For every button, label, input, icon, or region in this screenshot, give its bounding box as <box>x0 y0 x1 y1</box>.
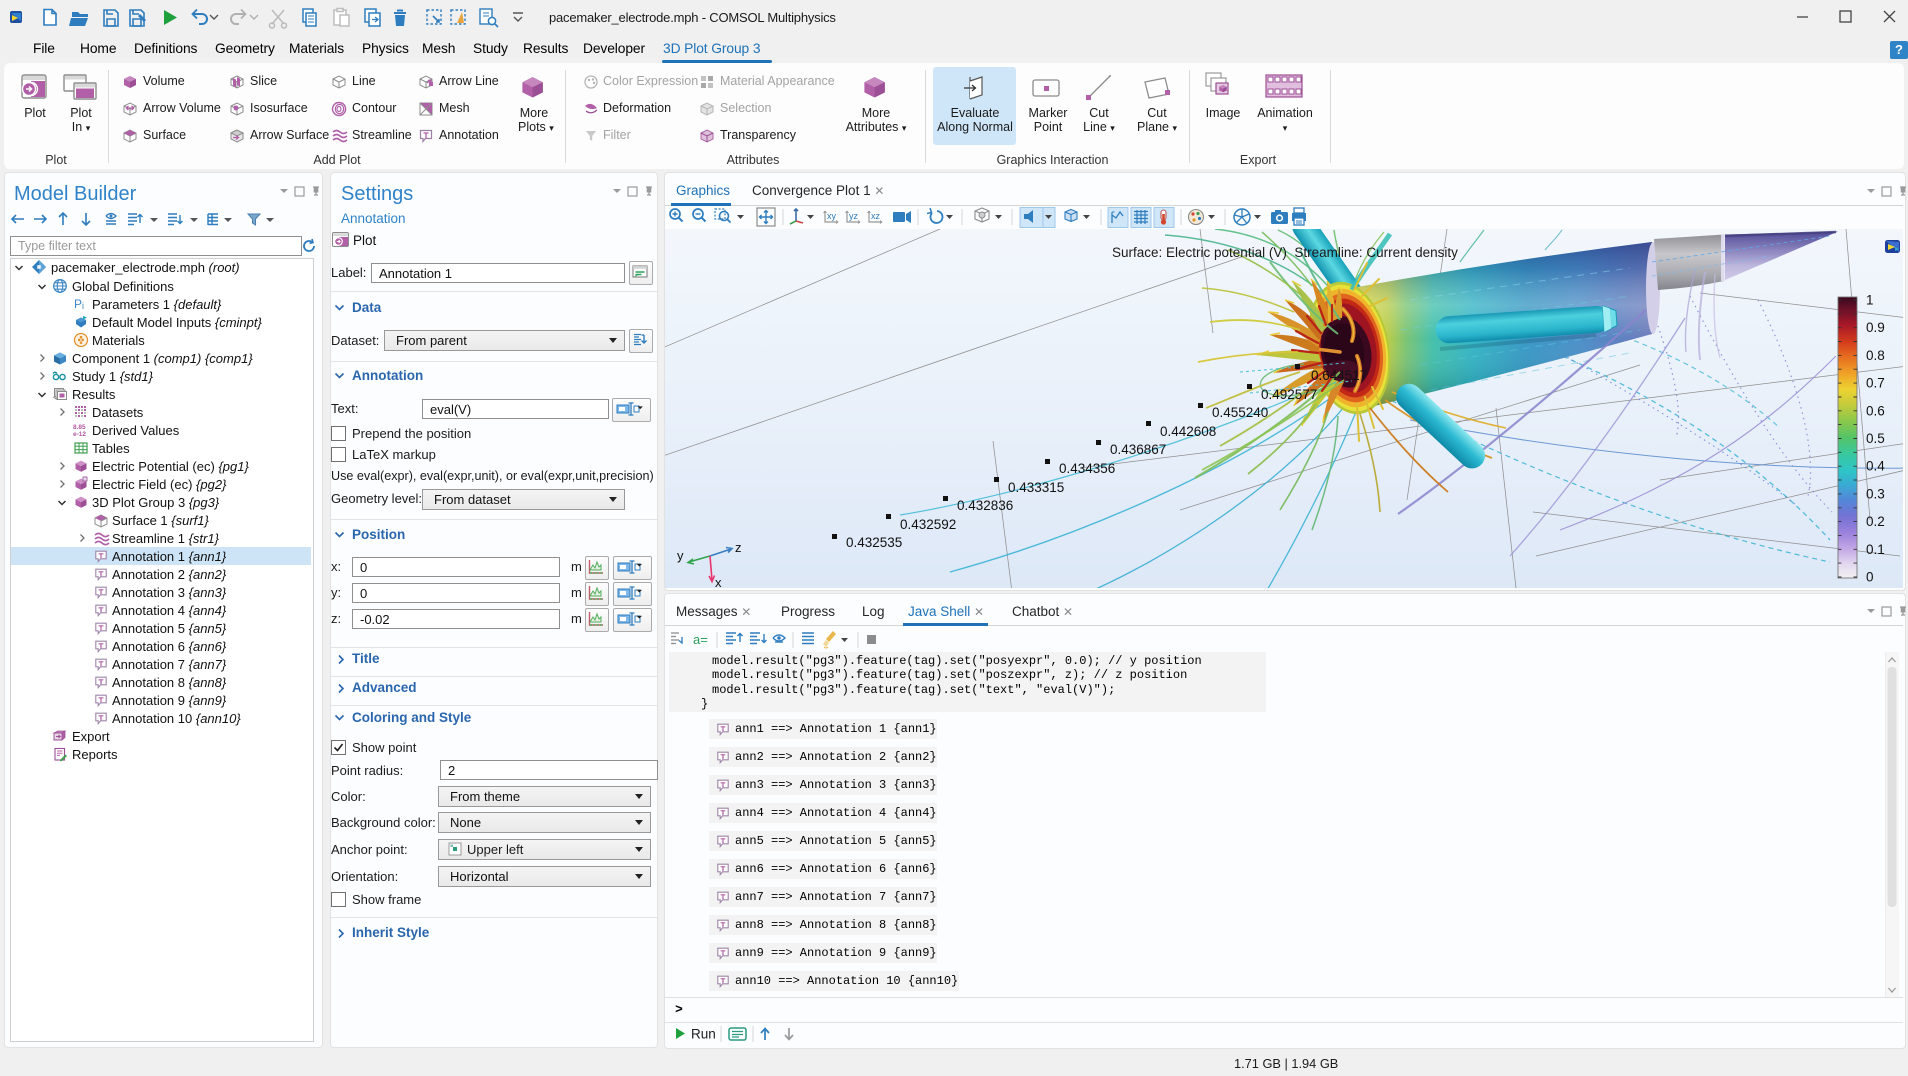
svg-text:i: i <box>82 301 84 311</box>
svg-text:0.8: 0.8 <box>1866 348 1885 363</box>
svg-text:8.85: 8.85 <box>73 424 86 431</box>
svg-text:1: 1 <box>1866 293 1874 308</box>
svg-text:0.2: 0.2 <box>1866 514 1885 529</box>
svg-text:0.9: 0.9 <box>1866 320 1885 335</box>
svg-text:a=: a= <box>693 632 708 647</box>
svg-text:0.3: 0.3 <box>1866 486 1885 501</box>
svg-text:xz: xz <box>871 211 881 221</box>
svg-text:z: z <box>735 540 742 555</box>
svg-text:0.4: 0.4 <box>1866 459 1885 474</box>
svg-text:Run: Run <box>691 1027 716 1042</box>
svg-text:0.6: 0.6 <box>1866 403 1885 418</box>
svg-text:0.1: 0.1 <box>1866 542 1885 557</box>
svg-text:P: P <box>74 297 82 311</box>
svg-text:y: y <box>677 548 684 563</box>
svg-text:yz: yz <box>849 211 859 221</box>
svg-text:0: 0 <box>1866 570 1874 585</box>
svg-text:0.5: 0.5 <box>1866 431 1885 446</box>
svg-text:x: x <box>715 575 722 590</box>
svg-text:0.7: 0.7 <box>1866 376 1885 391</box>
svg-text:e-12: e-12 <box>73 431 86 438</box>
svg-text:xy: xy <box>827 211 837 221</box>
